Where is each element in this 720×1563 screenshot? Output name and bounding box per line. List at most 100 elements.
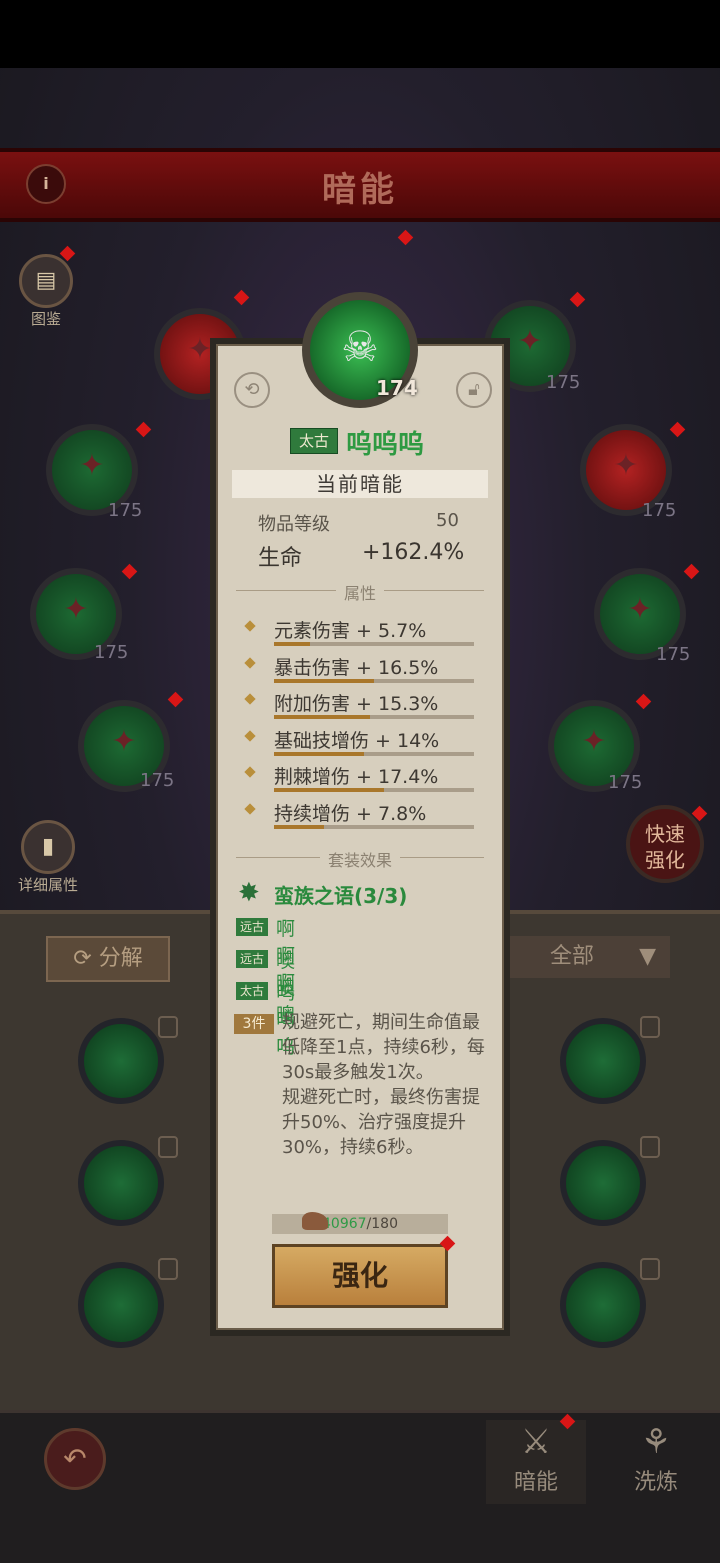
attribute-row: 元素伤害 + 5.7% [244, 616, 486, 652]
back-arrow-icon: ↶ [63, 1442, 87, 1475]
bullet-icon [244, 766, 256, 778]
attributes-header-text: 属性 [335, 584, 384, 603]
decompose-button[interactable]: ⟳ 分解 [46, 936, 170, 982]
item-level-badge: 174 [376, 376, 418, 400]
book-icon: ▤ [19, 254, 73, 308]
node-level: 175 [642, 500, 677, 521]
life-value: +162.4% [362, 540, 465, 565]
attribute-row: 附加伤害 + 15.3% [244, 689, 486, 725]
triskelion-icon: ⚘ [640, 1422, 672, 1462]
quick-upgrade-label-1: 快速 [645, 822, 685, 846]
attribute-roll-bar [274, 715, 474, 719]
attribute-roll-bar [274, 824, 474, 829]
info-icon[interactable]: i [26, 164, 66, 204]
tab-refine-label: 洗炼 [633, 1470, 678, 1495]
gear-slot-icon: ✦ [111, 724, 137, 759]
lock-icon [640, 1016, 660, 1038]
cost-owned: 40967 [322, 1216, 367, 1232]
attribute-roll-fill [274, 715, 370, 719]
ore-icon [302, 1212, 328, 1230]
lock-icon [158, 1016, 178, 1038]
attribute-text: 暴击伤害 + 16.5% [274, 656, 439, 679]
tab-dark-energy[interactable]: ⚔ 暗能 [486, 1420, 586, 1504]
piece-rarity-tag: 远古 [236, 950, 268, 968]
attribute-text: 持续增伤 + 7.8% [274, 802, 427, 825]
attribute-text: 附加伤害 + 15.3% [274, 693, 439, 715]
set-effect-header-text: 套装效果 [319, 851, 400, 870]
chevron-down-icon: ▼ [639, 944, 656, 969]
gear-slot-icon: ✦ [79, 448, 105, 483]
attribute-roll-fill [274, 678, 374, 683]
gear-slot-icon: ✦ [581, 724, 607, 759]
attribute-roll-bar [274, 788, 474, 792]
status-bar-area [0, 0, 720, 68]
upgrade-cost: 40967/180 [272, 1214, 448, 1234]
back-button[interactable]: ↶ [44, 1428, 106, 1490]
item-name: 呜呜呜 [346, 430, 425, 460]
bullet-icon [244, 656, 256, 669]
attributes-header: 属性 [0, 580, 720, 604]
inventory-item[interactable] [560, 1262, 646, 1348]
title-banner: 暗能 [0, 148, 720, 222]
attribute-row: 荆棘增伤 + 17.4% [244, 762, 486, 798]
attribute-row: 持续增伤 + 7.8% [244, 799, 486, 835]
share-icon[interactable]: ⟲ [234, 372, 270, 408]
inventory-item[interactable] [78, 1140, 164, 1226]
sword-icon: ⚔ [520, 1422, 552, 1462]
quick-upgrade-button[interactable]: 快速 强化 [626, 805, 704, 883]
node-level: 175 [108, 500, 143, 521]
piece-rarity-tag: 远古 [236, 918, 268, 936]
node-level: 175 [656, 644, 691, 665]
page-title: 暗能 [322, 170, 398, 210]
inventory-item[interactable] [78, 1018, 164, 1104]
bullet-icon [244, 693, 256, 705]
bullet-icon [244, 729, 256, 742]
tab-refine[interactable]: ⚘ 洗炼 [606, 1420, 706, 1496]
set-effect-header: 套装效果 [0, 847, 720, 871]
lock-icon [158, 1136, 178, 1158]
rarity-badge: 太古 [290, 428, 338, 454]
set-emblem-icon: ✸ [238, 878, 260, 908]
cost-required: /180 [366, 1216, 398, 1232]
current-section-title: 当前暗能 [232, 470, 488, 498]
lock-icon [640, 1136, 660, 1158]
set-description: 规避死亡，期间生命值最低降至1点，持续6秒，每30s最多触发1次。 规避死亡时，… [282, 1012, 485, 1158]
node-level: 175 [546, 372, 581, 393]
inventory-item[interactable] [560, 1140, 646, 1226]
bullet-icon [244, 620, 256, 632]
set-count-tag: 3件 [234, 1014, 274, 1034]
attribute-roll-fill [274, 642, 310, 646]
attribute-roll-fill [274, 751, 364, 756]
upgrade-button[interactable]: 强化 [272, 1244, 448, 1308]
piece-rarity-tag: 太古 [236, 982, 268, 1000]
atlas-label: 图鉴 [30, 310, 61, 328]
inventory-item[interactable] [560, 1018, 646, 1104]
attribute-roll-fill [274, 824, 324, 829]
decompose-label: 分解 [98, 946, 143, 971]
attribute-roll-bar [274, 678, 474, 683]
life-label: 生命 [258, 546, 303, 571]
filter-dropdown[interactable]: 全部 ▼ [510, 936, 670, 978]
detail-label: 详细属性 [17, 876, 78, 894]
node-level: 175 [140, 770, 175, 791]
item-level-value: 50 [436, 510, 459, 531]
skull-icon: ☠ [341, 322, 379, 371]
attribute-text: 元素伤害 + 5.7% [274, 620, 427, 642]
decompose-icon: ⟳ [73, 946, 99, 971]
filter-label: 全部 [550, 944, 595, 969]
lock-icon[interactable]: 🔓︎ [456, 372, 492, 408]
attribute-row: 基础技增伤 + 14% [244, 726, 486, 762]
node-level: 175 [94, 642, 129, 663]
inventory-item[interactable] [78, 1262, 164, 1348]
attribute-row: 暴击伤害 + 16.5% [244, 653, 486, 689]
attribute-text: 基础技增伤 + 14% [274, 729, 440, 752]
set-title: 蛮族之语(3/3) [274, 884, 408, 908]
lock-icon [640, 1258, 660, 1280]
gear-slot-icon: ✦ [613, 448, 639, 483]
attribute-roll-fill [274, 788, 384, 792]
atlas-button[interactable]: ▤ 图鉴 [18, 254, 74, 329]
attribute-roll-bar [274, 642, 474, 646]
attribute-roll-bar [274, 751, 474, 756]
attribute-text: 荆棘增伤 + 17.4% [274, 766, 439, 788]
tab-dark-energy-label: 暗能 [513, 1470, 558, 1495]
